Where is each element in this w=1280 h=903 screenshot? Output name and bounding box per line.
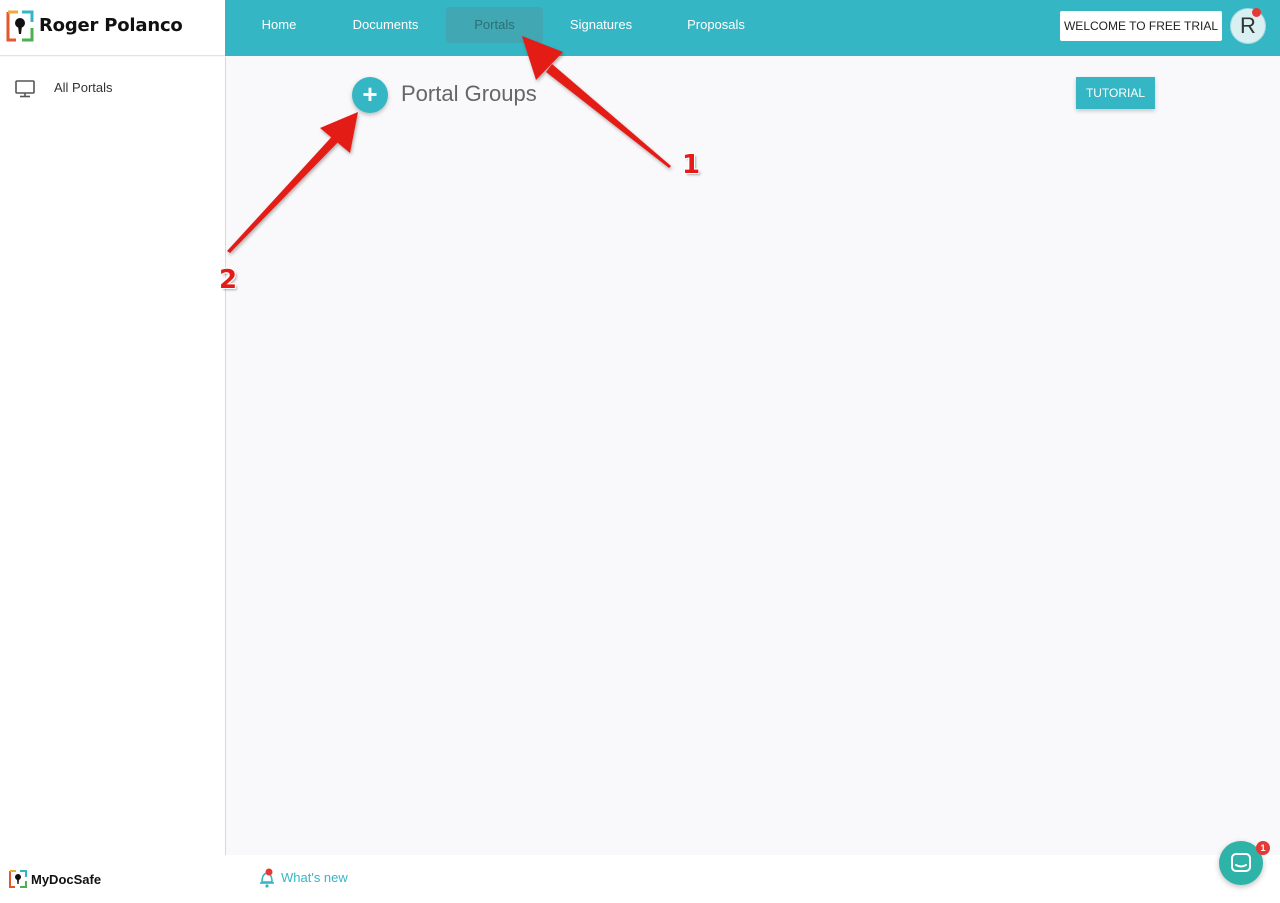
annotation-label-1: 1 xyxy=(682,150,701,180)
brand-header[interactable]: Roger Polanco xyxy=(0,0,225,56)
nav-item-home[interactable]: Home xyxy=(249,7,309,43)
footer: MyDocSafe What's new xyxy=(0,855,1280,903)
arrow-2 xyxy=(227,112,358,253)
add-portal-group-button[interactable]: + xyxy=(352,77,388,113)
notification-dot xyxy=(1252,8,1261,17)
brand-name: Roger Polanco xyxy=(39,15,183,36)
free-trial-button[interactable]: WELCOME TO FREE TRIAL xyxy=(1060,11,1222,41)
nav-item-portals[interactable]: Portals xyxy=(446,7,543,43)
bell-icon xyxy=(260,868,274,888)
monitor-icon xyxy=(15,80,35,98)
annotation-label-2: 2 xyxy=(219,265,238,295)
tutorial-button[interactable]: TUTORIAL xyxy=(1076,77,1155,109)
nav-item-proposals[interactable]: Proposals xyxy=(677,7,755,43)
sidebar-item-all-portals[interactable]: All Portals xyxy=(0,71,225,105)
footer-brand: MyDocSafe xyxy=(31,872,102,887)
mydocsafe-logo-icon xyxy=(9,870,27,888)
whats-new-label: What's new xyxy=(281,870,348,885)
chat-badge: 1 xyxy=(1256,841,1270,855)
nav-item-documents[interactable]: Documents xyxy=(343,7,428,43)
logo-icon xyxy=(6,10,34,42)
nav-item-signatures[interactable]: Signatures xyxy=(559,7,643,43)
page-title: Portal Groups xyxy=(401,81,537,106)
sidebar-item-label: All Portals xyxy=(54,80,113,95)
sidebar: All Portals xyxy=(0,57,226,855)
